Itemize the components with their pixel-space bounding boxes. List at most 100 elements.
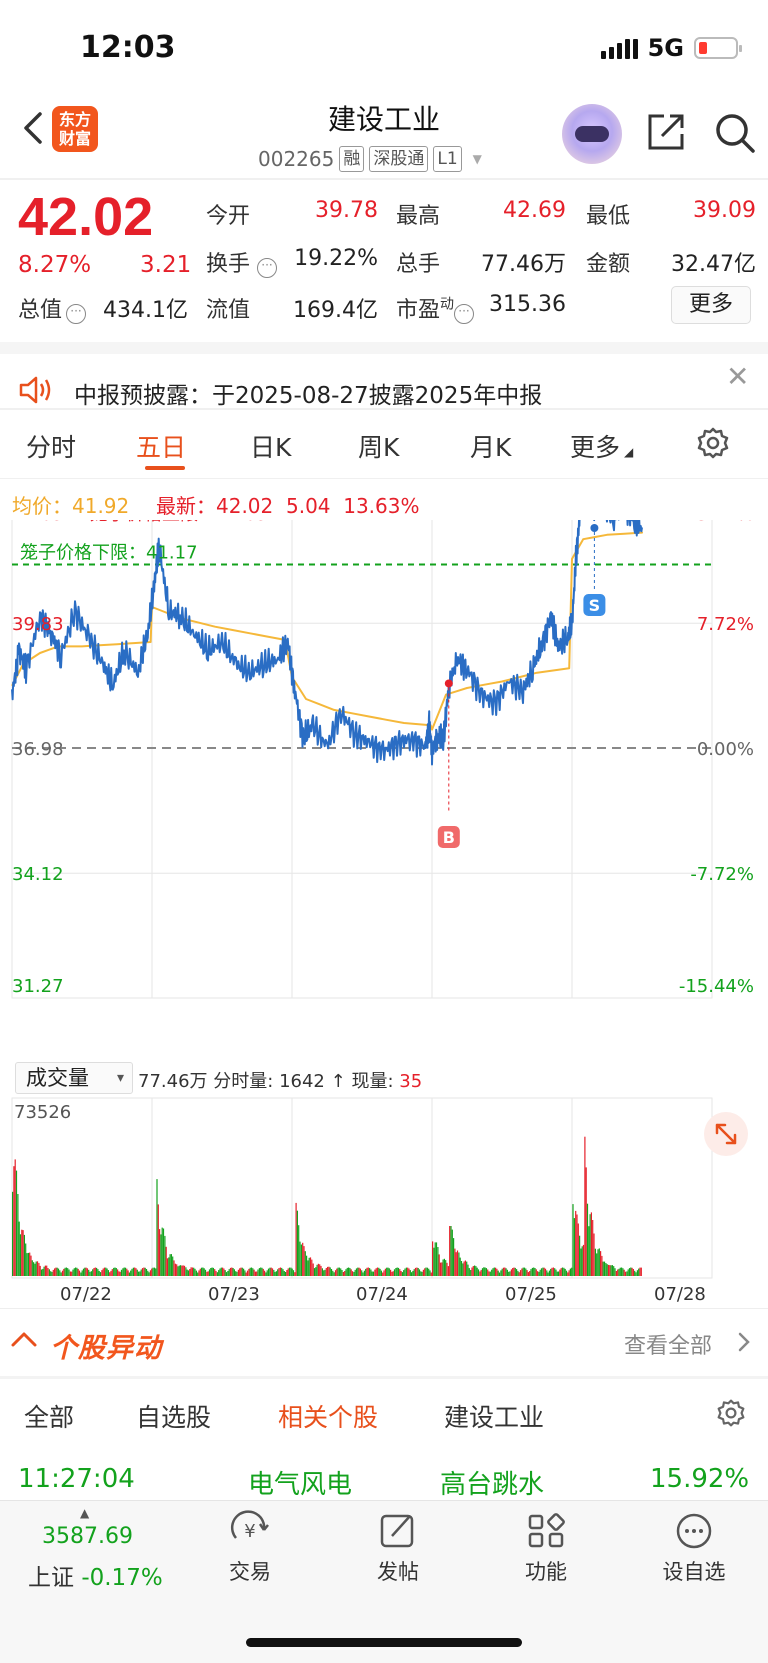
volume-bar [64,1267,66,1276]
chevron-up-icon[interactable] [10,1328,38,1350]
volume-bar [502,1267,505,1276]
volume-bar [548,1270,550,1276]
tab-weekly-k[interactable]: 周K [358,428,399,464]
more-dots-icon[interactable]: ··· [66,304,87,324]
share-icon[interactable] [646,112,686,152]
trade-button[interactable]: ¥ 交易 [210,1510,290,1586]
volume-bar [586,1203,589,1276]
volume-bar [231,1267,233,1276]
volume-bar [35,1261,37,1276]
volume-bar [563,1267,565,1276]
y-left-tick: 36.98 [12,739,64,760]
open-value: 39.78 [315,198,378,223]
volume-bar [445,1260,447,1276]
volume-bar [186,1269,188,1276]
volume-bar [390,1269,392,1276]
buy-label: B [443,828,455,847]
index-label[interactable]: 上证 -0.17% [28,1558,163,1592]
y-left-tick: 34.12 [12,864,64,885]
volume-bar [493,1267,495,1276]
volume-bar [544,1268,547,1276]
more-circle-icon [676,1513,712,1549]
volume-bar [99,1272,102,1276]
volume-bar [540,1268,543,1276]
search-icon[interactable] [714,112,756,154]
volume-bar [176,1264,178,1276]
volume-bar [558,1271,560,1276]
index-value[interactable]: 3587.69 [42,1524,133,1549]
subtab-watchlist[interactable]: 自选股 [136,1398,211,1434]
tab-intraday[interactable]: 分时 [26,428,76,464]
volume-bar [521,1268,523,1276]
settings-gear-icon[interactable] [716,1398,746,1428]
date-label: 07/25 [505,1284,557,1305]
view-all-link[interactable]: 查看全部 [624,1328,712,1360]
post-button[interactable]: 发帖 [358,1510,438,1586]
abnormal-row-sector[interactable]: 电气风电 [248,1464,352,1501]
subtab-related[interactable]: 相关个股 [278,1398,378,1434]
volume-bar [130,1270,132,1276]
settings-gear-icon[interactable] [696,426,730,460]
ai-assistant-avatar[interactable] [562,104,622,164]
volume-bar [270,1267,272,1276]
network-type: 5G [647,34,684,62]
volume-bar [588,1226,590,1276]
tab-five-day[interactable]: 五日 [136,428,186,464]
volume-bar [628,1268,631,1276]
volume-bar [282,1269,284,1276]
volume-bar [353,1271,355,1276]
volume-bar [408,1268,410,1276]
abnormal-row-event[interactable]: 高台跳水 [440,1464,544,1501]
change-amount: 3.21 [140,252,192,278]
more-dots-icon[interactable]: ··· [454,304,475,324]
functions-button[interactable]: 功能 [506,1510,586,1586]
volume-bar [127,1270,129,1276]
home-indicator[interactable] [246,1638,522,1647]
volume-bar [281,1267,283,1276]
amount-label: 金额 [586,252,631,277]
volume-bar [43,1266,45,1276]
abnormal-row-pct[interactable]: 15.92% [650,1464,749,1494]
volume-bar [50,1271,52,1276]
chevron-right-icon[interactable] [736,1331,752,1353]
volume-bar [107,1270,109,1276]
volume-bar [323,1270,325,1276]
volume-bar [370,1269,372,1276]
expand-icon[interactable] [704,1112,748,1156]
volume-bar [602,1261,604,1276]
more-dots-icon[interactable]: ··· [257,258,278,278]
volume-bar [156,1179,158,1276]
close-icon[interactable]: ✕ [726,360,749,393]
tab-more[interactable]: 更多 ◢ [570,428,633,464]
volume-bar [82,1268,85,1276]
volume-bar [348,1267,350,1276]
volume-bar [143,1267,145,1276]
volume-bar [204,1269,207,1276]
more-button[interactable]: 更多 [671,286,751,324]
five-day-price-chart[interactable]: B S 42.69 15.44% 39.83 7.72% 36.98 0.00% 34.12 -7… [0,520,768,1060]
abnormal-row-time[interactable]: 11:27:04 [18,1464,135,1494]
last-price: 42.02 [18,187,154,247]
tab-daily-k[interactable]: 日K [250,428,291,464]
volume-bar [383,1270,385,1276]
subtab-stock[interactable]: 建设工业 [444,1398,544,1434]
volume-bar [607,1264,610,1276]
add-watchlist-button[interactable]: 设自选 [654,1510,734,1586]
volume-bar [164,1235,166,1276]
volume-bar [535,1269,537,1276]
volume-bar [201,1267,203,1276]
stock-subtitle[interactable]: 002265 融 深股通 L1 ▼ [258,146,482,172]
volume-bar [144,1267,146,1276]
notice-text[interactable]: 中报预披露：于2025-08-27披露2025年中报 [74,376,542,410]
volume-bar [244,1270,246,1276]
tab-monthly-k[interactable]: 月K [470,428,511,464]
volume-bar [170,1254,172,1276]
volume-bar [467,1264,469,1276]
volume-bar [291,1268,293,1276]
status-time: 12:03 [80,30,176,65]
volume-bar [453,1238,455,1276]
volume-bar [530,1269,532,1276]
volume-bar [120,1269,123,1276]
subtab-all[interactable]: 全部 [24,1398,74,1434]
volume-bar [505,1268,507,1276]
